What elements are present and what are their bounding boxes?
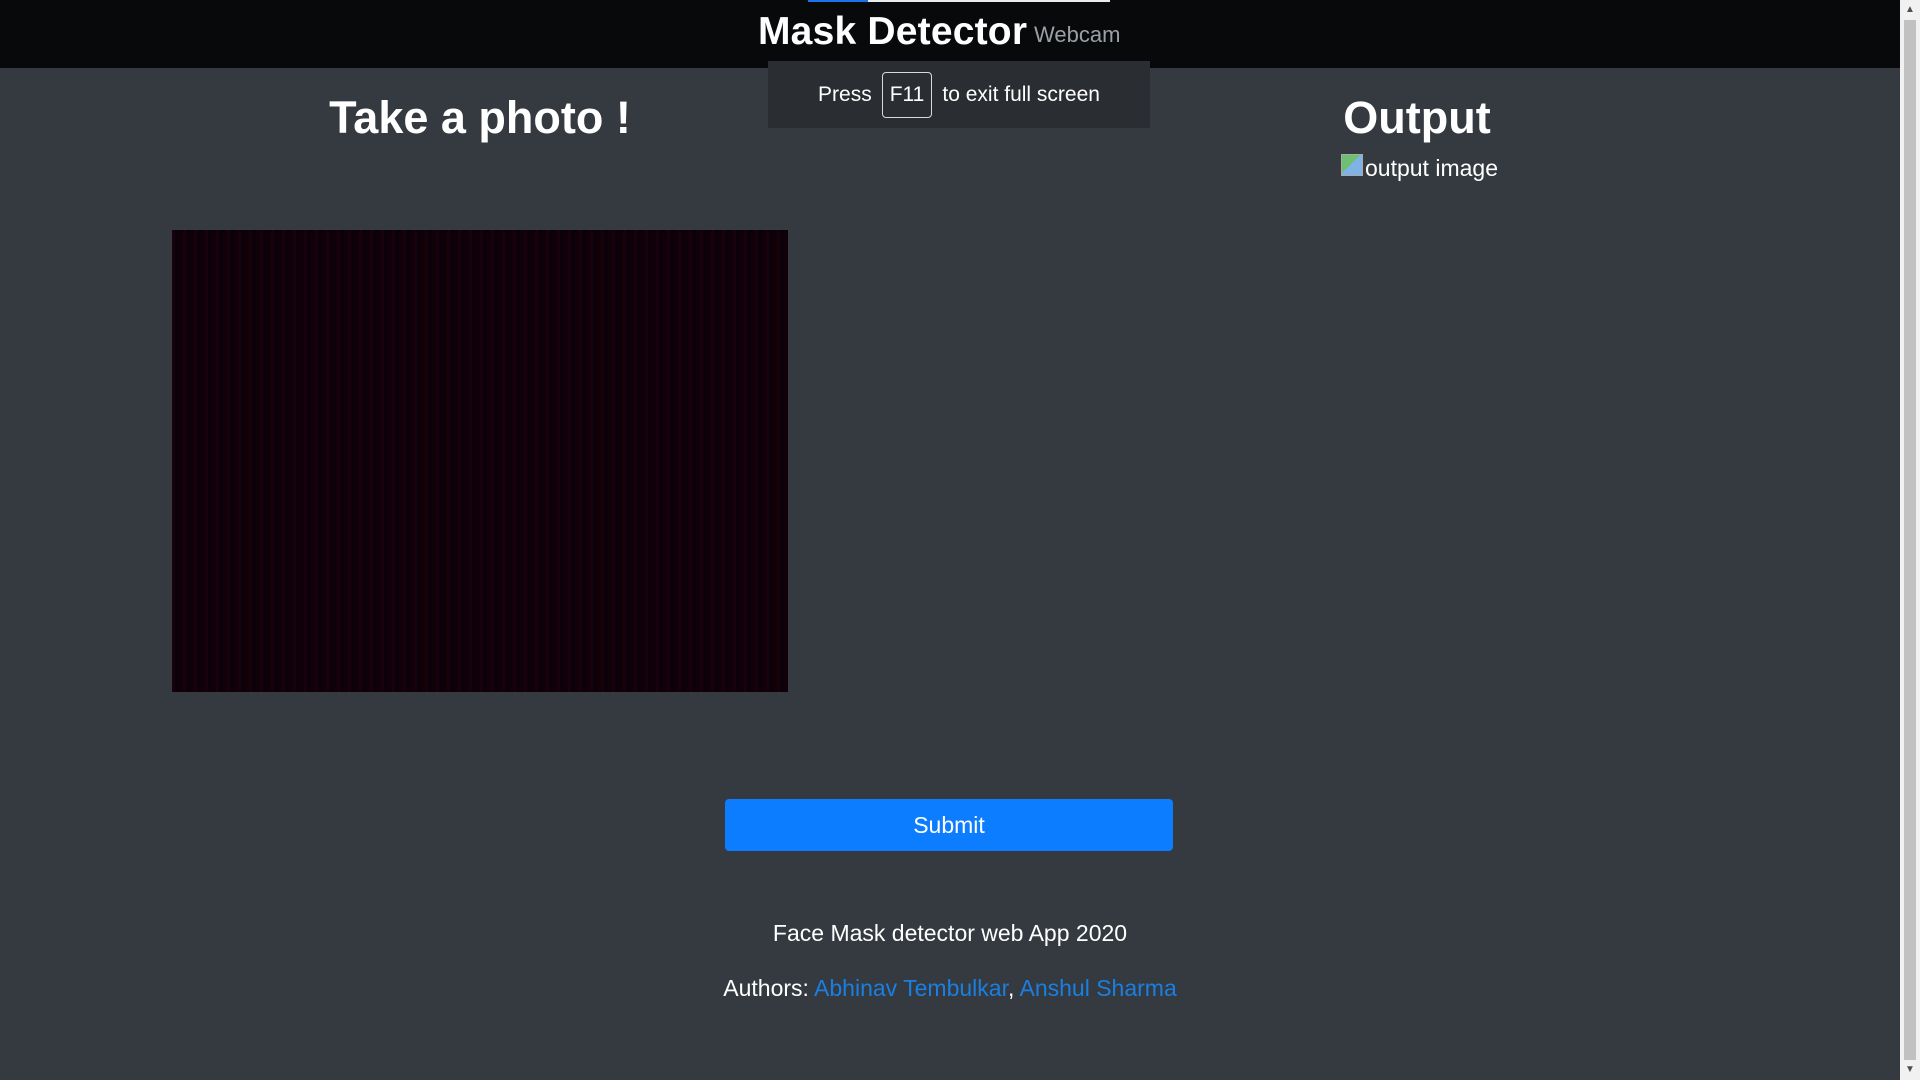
tab-indicator <box>808 0 1110 2</box>
nav-link-webcam[interactable]: Webcam <box>1034 20 1120 50</box>
fullscreen-hint-key: F11 <box>881 71 933 118</box>
fullscreen-hint-prefix: Press <box>818 82 872 106</box>
output-image: output image <box>1341 153 1498 182</box>
navbar-brand[interactable]: Mask Detector <box>758 8 1027 56</box>
webcam-preview[interactable] <box>172 230 788 692</box>
arrow-down-icon[interactable]: ▼ <box>1900 1060 1920 1080</box>
author-link-anshul[interactable]: Anshul Sharma <box>1019 975 1176 1001</box>
page: Mask Detector Webcam Press F11 to exit f… <box>0 0 1920 1080</box>
scroll-thumb[interactable] <box>1904 20 1916 1060</box>
footer-authors: Authors: Abhinav Tembulkar, Anshul Sharm… <box>0 975 1900 1002</box>
author-link-abhinav[interactable]: Abhinav Tembulkar <box>814 975 1008 1001</box>
fullscreen-hint: Press F11 to exit full screen <box>768 61 1150 128</box>
authors-label: Authors: <box>723 975 809 1001</box>
arrow-up-icon[interactable]: ▲ <box>1900 0 1920 20</box>
vertical-scrollbar[interactable]: ▲ ▼ <box>1900 0 1920 1080</box>
output-heading: Output <box>1343 92 1491 143</box>
take-photo-heading: Take a photo ! <box>329 92 631 143</box>
authors-separator: , <box>1007 975 1015 1001</box>
output-image-alt: output image <box>1365 155 1498 181</box>
fullscreen-hint-suffix: to exit full screen <box>942 82 1100 106</box>
footer-title: Face Mask detector web App 2020 <box>772 920 1128 946</box>
submit-button[interactable]: Submit <box>725 799 1173 851</box>
navbar: Mask Detector Webcam <box>0 0 1900 68</box>
broken-image-icon <box>1341 153 1363 176</box>
